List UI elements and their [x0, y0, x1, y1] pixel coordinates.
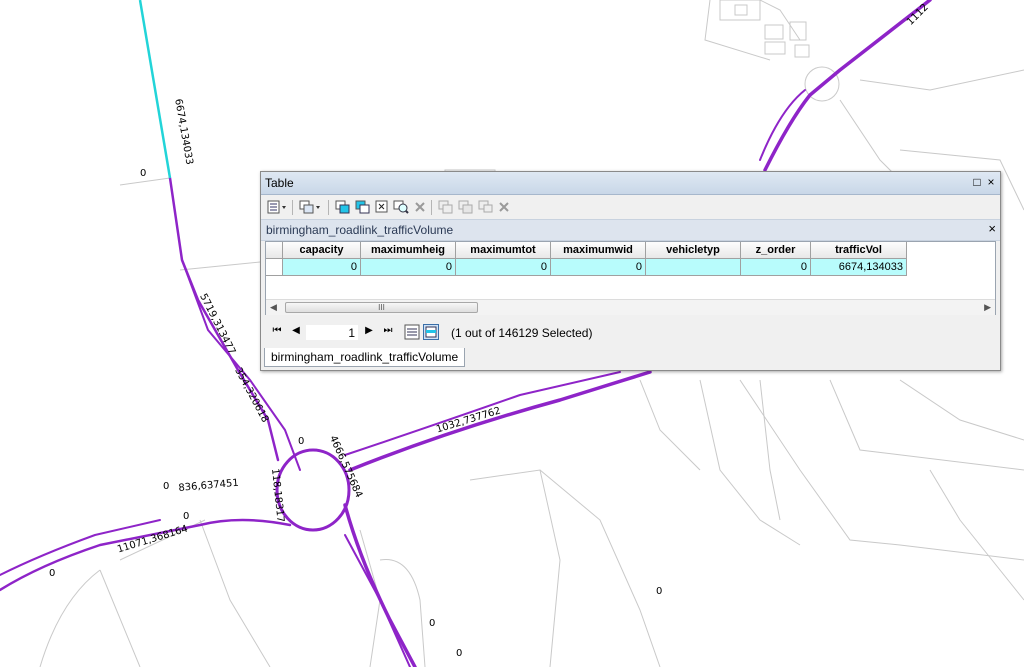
show-all-records-icon[interactable]: [404, 324, 420, 340]
close-icon[interactable]: ×: [985, 175, 997, 189]
paste-icon[interactable]: [458, 199, 474, 215]
map-label: 0: [163, 481, 170, 492]
zoom-to-selected-icon[interactable]: [393, 199, 409, 215]
row-selector-header[interactable]: [266, 242, 283, 259]
table-options-icon[interactable]: [267, 199, 287, 215]
map-label: 0: [456, 648, 463, 659]
map-label: 0: [429, 618, 436, 629]
map-label: 0: [183, 511, 190, 522]
table-cell[interactable]: 6674,134033: [811, 259, 907, 276]
selection-status: (1 out of 146129 Selected): [451, 326, 593, 340]
cut-icon[interactable]: [478, 199, 494, 215]
column-header[interactable]: maximumwid: [551, 242, 646, 259]
table-cell[interactable]: 0: [361, 259, 456, 276]
next-record-icon[interactable]: ▶: [362, 325, 376, 336]
scroll-left-icon[interactable]: ◀: [270, 302, 277, 313]
close-table-icon[interactable]: ×: [988, 221, 996, 236]
scroll-right-icon[interactable]: ▶: [984, 302, 991, 313]
record-navigation: ⏮ ◀ 1 ▶ ⏭ (1 out of 146129 Selected): [265, 322, 996, 344]
last-record-icon[interactable]: ⏭: [381, 325, 395, 336]
table-cell[interactable]: 0: [741, 259, 811, 276]
header-row: capacity maximumheig maximumtot maximumw…: [266, 242, 907, 259]
map-label: 0: [49, 568, 56, 579]
table-cell[interactable]: 0: [283, 259, 361, 276]
selected-road[interactable]: [138, 0, 172, 179]
delete-selected-icon[interactable]: [414, 199, 426, 215]
table-toolbar: [261, 195, 1000, 219]
delete-icon[interactable]: [498, 199, 510, 215]
map-label: 0: [140, 168, 147, 179]
column-header[interactable]: z_order: [741, 242, 811, 259]
map-label: 0: [298, 436, 305, 447]
show-selected-records-icon[interactable]: [423, 324, 439, 340]
table-name: birmingham_roadlink_trafficVolume: [266, 223, 454, 237]
copy-icon[interactable]: [438, 199, 454, 215]
previous-record-icon[interactable]: ◀: [289, 325, 303, 336]
column-header[interactable]: maximumheig: [361, 242, 456, 259]
table-cell[interactable]: 0: [551, 259, 646, 276]
table-cell[interactable]: 0: [456, 259, 551, 276]
clear-selection-icon[interactable]: [375, 199, 389, 215]
column-header[interactable]: capacity: [283, 242, 361, 259]
horizontal-scrollbar[interactable]: ◀ III ▶: [266, 299, 995, 315]
select-by-attributes-icon[interactable]: [335, 199, 351, 215]
window-title: Table: [265, 176, 294, 190]
column-header[interactable]: trafficVol: [811, 242, 907, 259]
first-record-icon[interactable]: ⏮: [270, 325, 284, 336]
table-tab-header: birmingham_roadlink_trafficVolume ×: [261, 219, 1000, 241]
table-cell[interactable]: [646, 259, 741, 276]
table-titlebar[interactable]: Table □ ×: [261, 172, 1000, 195]
column-header[interactable]: maximumtot: [456, 242, 551, 259]
related-tables-icon[interactable]: [299, 199, 321, 215]
switch-selection-icon[interactable]: [355, 199, 371, 215]
restore-icon[interactable]: □: [971, 175, 983, 189]
current-record-input[interactable]: 1: [305, 324, 359, 341]
attribute-grid[interactable]: capacity maximumheig maximumtot maximumw…: [265, 241, 996, 315]
map-label: 0: [656, 586, 663, 597]
table-tab[interactable]: birmingham_roadlink_trafficVolume: [264, 348, 466, 367]
scroll-thumb[interactable]: III: [285, 302, 478, 313]
attribute-table-window[interactable]: Table □ × birmingham_roadlink_trafficVol…: [260, 171, 1001, 371]
table-row[interactable]: 0 0 0 0 0 6674,134033: [266, 259, 907, 276]
column-header[interactable]: vehicletyp: [646, 242, 741, 259]
row-selector[interactable]: [266, 259, 283, 276]
